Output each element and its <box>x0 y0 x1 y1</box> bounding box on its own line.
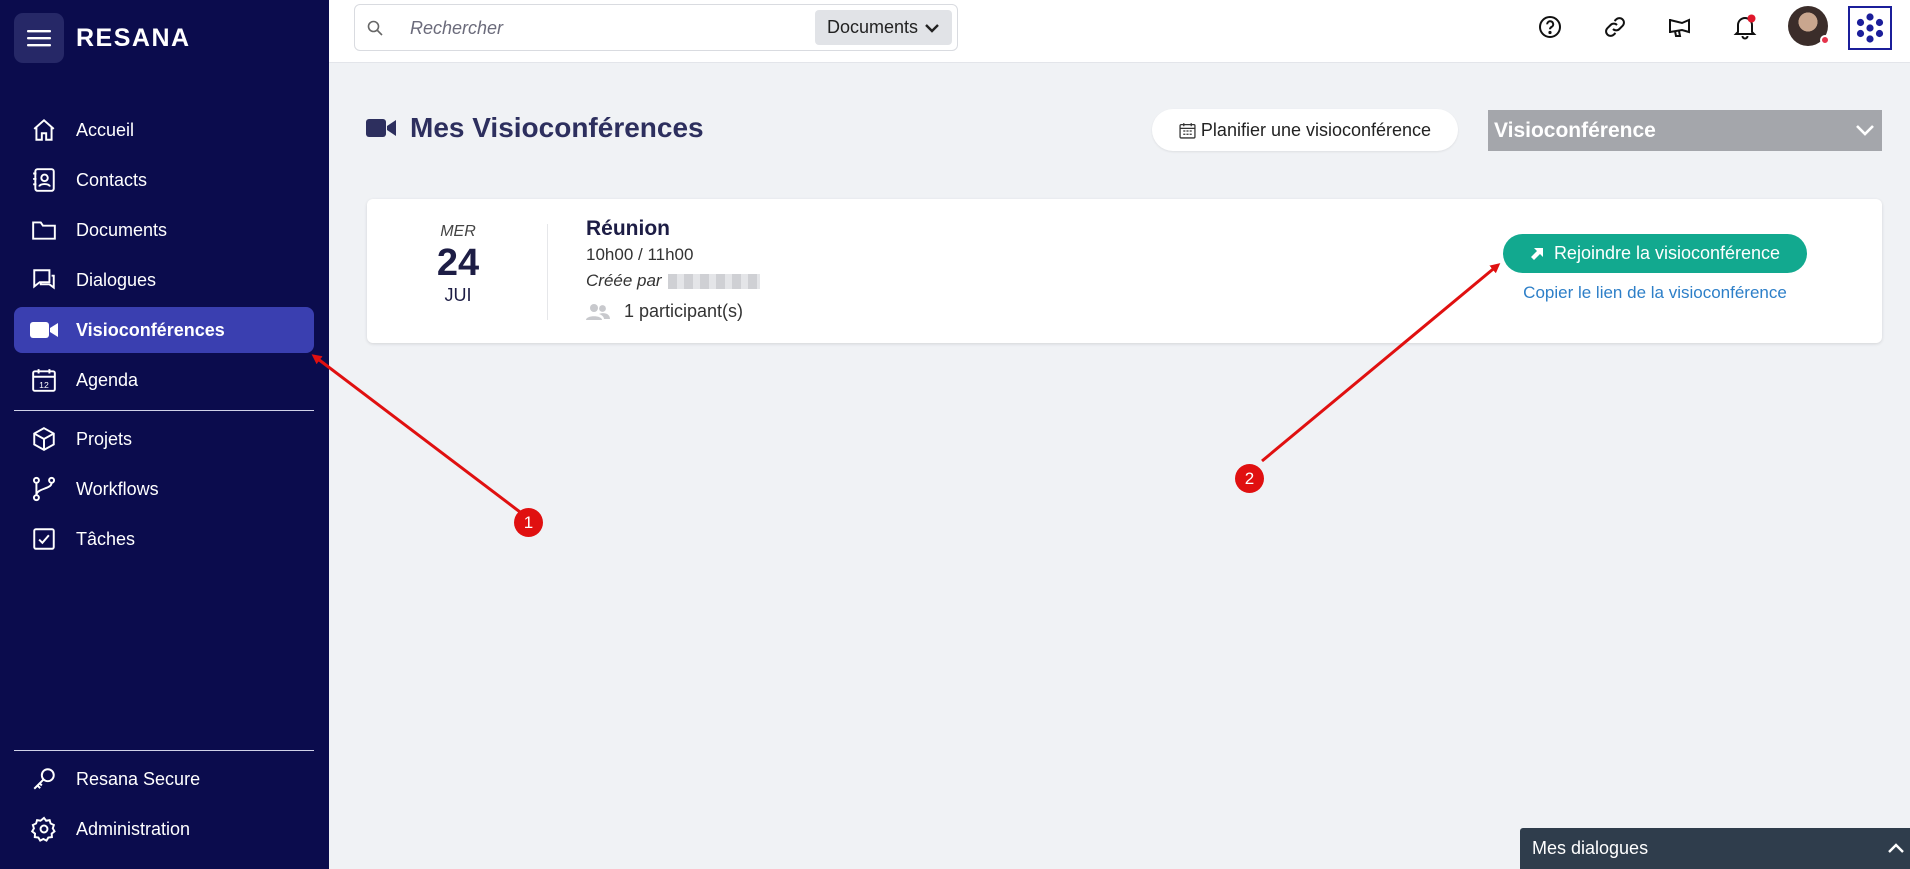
sidebar-item-label: Visioconférences <box>76 319 225 340</box>
sidebar-item-projets[interactable]: Projets <box>14 416 314 462</box>
hamburger-icon <box>27 30 51 47</box>
search-scope-label: Documents <box>826 17 918 37</box>
sidebar-item-label: Agenda <box>76 369 139 390</box>
participants-icon <box>586 303 610 320</box>
sidebar-header: RESANA <box>14 13 191 63</box>
status-dot <box>1820 35 1830 45</box>
sidebar-item-label: Documents <box>76 219 168 240</box>
brand-logo: RESANA <box>76 23 191 52</box>
workflow-icon <box>30 475 58 503</box>
sidebar-item-resana-secure[interactable]: Resana Secure <box>14 756 314 802</box>
project-nav: Projets Workflows Tâches <box>14 416 314 566</box>
sidebar-item-workflows[interactable]: Workflows <box>14 466 314 512</box>
hexagon-cluster-icon <box>1856 13 1884 43</box>
chevron-down-icon <box>1856 125 1874 136</box>
chevron-up-icon <box>1888 843 1904 853</box>
sidebar-item-label: Tâches <box>76 528 136 549</box>
sidebar-item-agenda[interactable]: 12 Agenda <box>14 357 314 403</box>
announcement-icon[interactable] <box>1665 12 1695 42</box>
creator-label: Créée par <box>586 271 662 290</box>
sidebar-item-visioconferences[interactable]: Visioconférences <box>14 307 314 353</box>
plan-visioconference-button[interactable]: Planifier une visioconférence <box>1152 109 1458 151</box>
sidebar-item-documents[interactable]: Documents <box>14 207 314 253</box>
annotation-badge-1: 1 <box>514 508 543 537</box>
search-bar: Documents <box>354 4 958 51</box>
annotation-badge-2: 2 <box>1235 464 1264 493</box>
sidebar: RESANA Accueil Contacts Documents Dialog… <box>0 0 329 869</box>
visio-type-value: Visioconférence <box>1494 118 1656 142</box>
search-icon <box>367 20 383 41</box>
plan-button-label: Planifier une visioconférence <box>1200 119 1432 140</box>
calendar-icon: 12 <box>30 366 58 394</box>
bottom-nav: Resana Secure Administration <box>14 756 314 856</box>
dialogues-icon <box>30 266 58 294</box>
meeting-day: 24 <box>436 242 480 284</box>
search-input[interactable] <box>410 15 830 41</box>
blurred-creator-name <box>667 273 760 289</box>
sidebar-item-label: Dialogues <box>76 269 157 290</box>
sidebar-item-accueil[interactable]: Accueil <box>14 107 314 153</box>
sidebar-item-label: Accueil <box>76 119 135 140</box>
gear-icon <box>30 815 58 843</box>
meeting-details: Réunion 10h00 / 11h00 Créée par 1 partic… <box>586 217 760 322</box>
meeting-month: JUI <box>444 285 472 305</box>
topbar: Documents <box>329 0 1910 63</box>
contacts-icon <box>30 166 58 194</box>
card-separator <box>547 224 548 320</box>
video-icon <box>30 316 58 344</box>
key-icon <box>30 765 58 793</box>
page-title-text: Mes Visioconférences <box>410 112 704 143</box>
page-title: Mes Visioconférences <box>366 112 704 144</box>
chevron-down-icon <box>925 23 939 33</box>
external-arrow-icon <box>1530 247 1543 260</box>
meeting-title: Réunion <box>586 217 670 240</box>
sidebar-item-taches[interactable]: Tâches <box>14 516 314 562</box>
join-button-label: Rejoindre la visioconférence <box>1553 243 1781 263</box>
meeting-participants[interactable]: 1 participant(s) <box>586 301 760 322</box>
video-camera-icon <box>366 119 396 137</box>
sidebar-item-label: Contacts <box>76 169 148 190</box>
folder-icon <box>30 216 58 244</box>
task-check-icon <box>30 525 58 553</box>
organization-logo[interactable] <box>1848 6 1892 50</box>
meeting-date: MER 24 JUI <box>367 223 549 306</box>
sidebar-item-contacts[interactable]: Contacts <box>14 157 314 203</box>
sidebar-item-label: Workflows <box>76 478 159 499</box>
sidebar-divider <box>14 750 314 751</box>
cube-icon <box>30 425 58 453</box>
participants-count: 1 participant(s) <box>624 301 744 321</box>
search-scope-dropdown[interactable]: Documents <box>814 10 952 45</box>
visio-type-select[interactable]: Visioconférence <box>1488 110 1882 151</box>
notifications-bell-icon[interactable] <box>1730 12 1760 42</box>
sidebar-divider <box>14 410 314 411</box>
meeting-card: MER 24 JUI Réunion 10h00 / 11h00 Créée p… <box>367 199 1882 343</box>
sidebar-item-dialogues[interactable]: Dialogues <box>14 257 314 303</box>
meeting-time: 10h00 / 11h00 <box>586 245 694 264</box>
dialogs-panel-label: Mes dialogues <box>1532 838 1649 858</box>
hamburger-menu-button[interactable] <box>14 13 64 63</box>
main-nav: Accueil Contacts Documents Dialogues Vis… <box>14 107 314 407</box>
home-icon <box>30 116 58 144</box>
sidebar-item-label: Administration <box>76 818 191 839</box>
calendar-small-icon <box>1179 122 1196 139</box>
sidebar-item-administration[interactable]: Administration <box>14 806 314 852</box>
help-icon[interactable] <box>1535 12 1565 42</box>
meeting-creator: Créée par <box>586 271 760 291</box>
meeting-weekday: MER <box>440 223 476 240</box>
annotation-arrow-1 <box>311 354 521 514</box>
svg-text:12: 12 <box>39 380 49 390</box>
copy-visioconference-link[interactable]: Copier le lien de la visioconférence <box>1520 283 1790 303</box>
join-visioconference-button[interactable]: Rejoindre la visioconférence <box>1503 234 1807 273</box>
sidebar-item-label: Resana Secure <box>76 768 201 789</box>
sidebar-item-label: Projets <box>76 428 133 449</box>
link-icon[interactable] <box>1600 12 1630 42</box>
mes-dialogues-panel[interactable]: Mes dialogues <box>1520 828 1910 869</box>
